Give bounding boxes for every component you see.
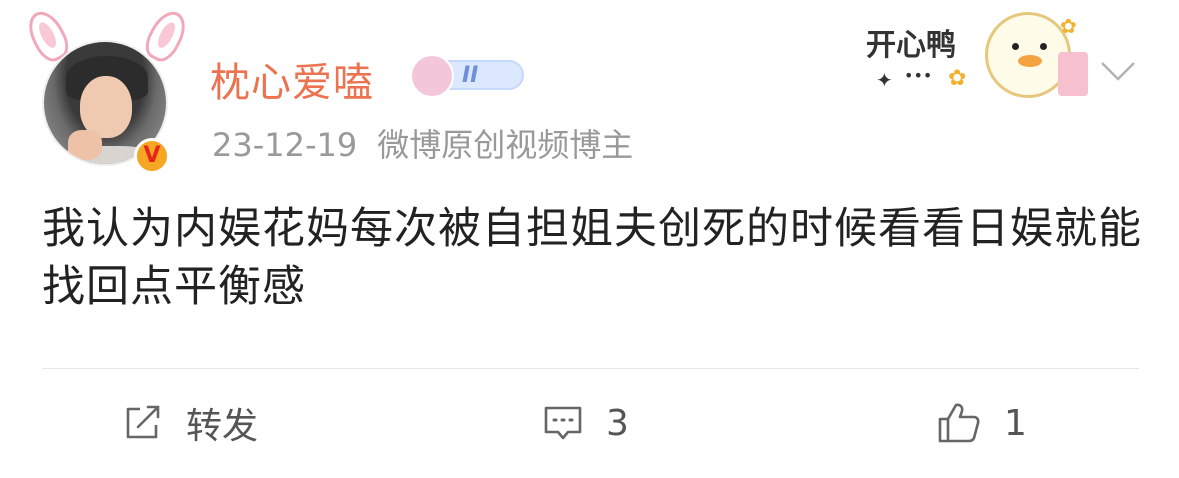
sparkle-icon: ✦	[876, 68, 893, 92]
dots-icon: •••	[904, 66, 933, 85]
like-count: 1	[1004, 402, 1027, 444]
like-button[interactable]: 1	[936, 398, 1027, 448]
bear-icon	[410, 54, 454, 98]
decoration-sticker: 开心鸭 ✦ ••• ✿ ✿	[860, 0, 1100, 110]
comment-count: 3	[606, 402, 629, 444]
level-badge[interactable]: II	[410, 54, 524, 98]
repost-label: 转发	[186, 406, 259, 447]
share-icon	[126, 405, 160, 439]
bag-icon	[1058, 52, 1088, 96]
post-date: 23-12-19	[212, 126, 358, 164]
post-meta: 23-12-19 微博原创视频博主	[212, 120, 633, 166]
flower-icon: ✿	[1060, 14, 1077, 38]
verified-badge-icon: V	[134, 138, 170, 174]
divider	[42, 368, 1139, 369]
flower-icon: ✿	[948, 66, 967, 91]
decoration-text: 开心鸭	[866, 28, 956, 63]
avatar[interactable]: V	[21, 5, 193, 180]
repost-button[interactable]: 转发	[122, 398, 258, 448]
post-content: 我认为内娱花妈每次被自担姐夫创死的时候看看日娱就能找回点平衡感	[42, 204, 1142, 312]
level-badge-text: II	[462, 63, 479, 88]
post-source: 微博原创视频博主	[377, 126, 634, 164]
thumbs-up-icon	[938, 403, 980, 443]
comment-icon	[544, 406, 582, 440]
username[interactable]: 枕心爱嗑	[210, 50, 374, 108]
comment-button[interactable]: 3	[542, 398, 629, 448]
chevron-down-icon[interactable]	[1098, 52, 1138, 92]
